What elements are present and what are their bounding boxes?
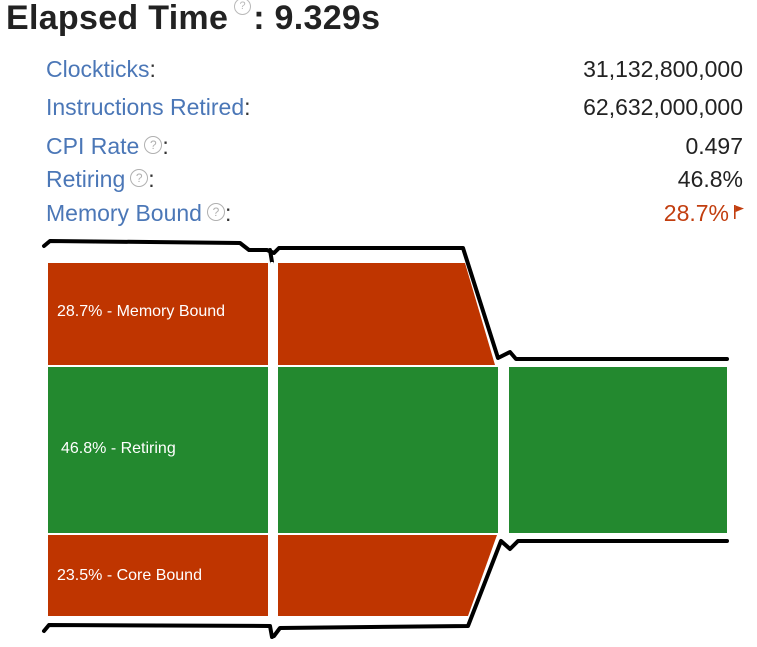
retiring-segment-label: 46.8% - Retiring [61,440,176,457]
memory-bound-segment-label: 28.7% - Memory Bound [57,303,226,320]
core-bound-funnel [278,535,497,616]
memory-bound-funnel [278,263,495,365]
pipeline-flow-diagram [42,239,729,639]
retiring-middle-block [278,367,498,533]
retiring-right-block [509,367,727,533]
core-bound-segment-label: 23.5% - Core Bound [57,567,202,584]
top-notch [268,248,274,264]
